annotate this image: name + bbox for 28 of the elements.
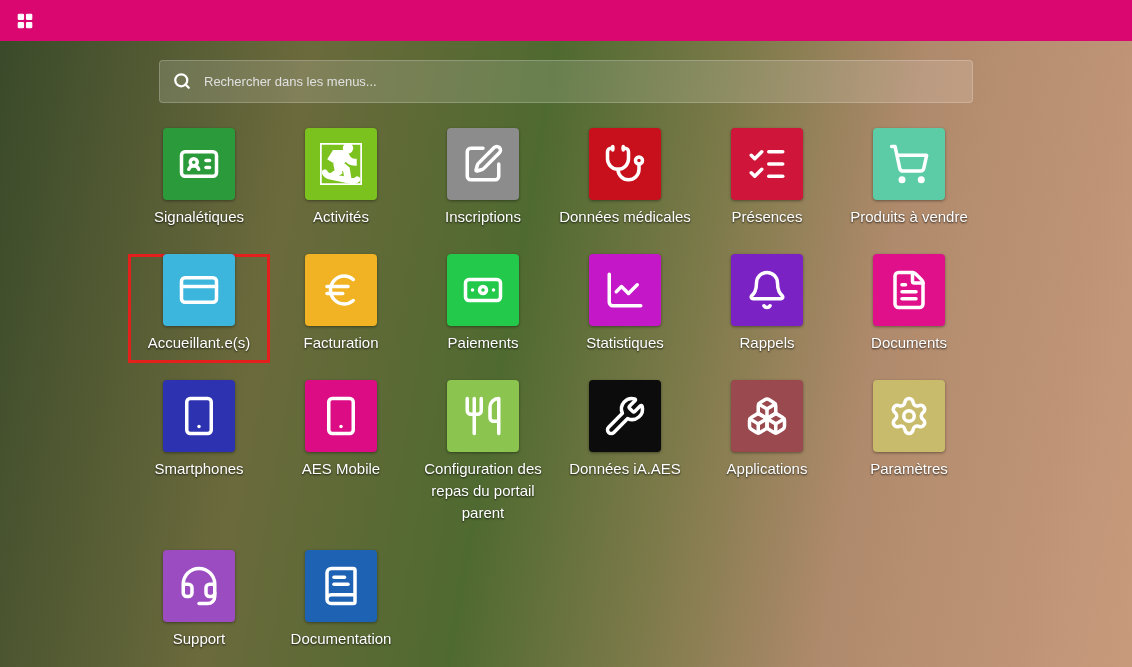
apps-menu-icon[interactable] <box>16 11 34 30</box>
app-launcher[interactable]: Signalétiques <box>128 128 270 237</box>
app-launcher[interactable]: Statistiques <box>554 254 696 363</box>
snowboarder-icon <box>320 143 362 185</box>
app-launcher[interactable]: Inscriptions <box>412 128 554 237</box>
app-launcher[interactable]: Documentation <box>270 550 412 659</box>
app-launcher[interactable]: Rappels <box>696 254 838 363</box>
app-launcher[interactable]: Produits à vendre <box>838 128 980 237</box>
app-launcher[interactable]: AES Mobile <box>270 380 412 489</box>
app-launcher[interactable]: Paramètres <box>838 380 980 489</box>
app-launcher[interactable]: Activités <box>270 128 412 237</box>
app-launcher[interactable]: Accueillant.e(s) <box>128 254 270 363</box>
app-launcher[interactable]: Documents <box>838 254 980 363</box>
search-icon <box>173 72 191 90</box>
app-launcher[interactable]: Support <box>128 550 270 659</box>
app-launcher[interactable]: Facturation <box>270 254 412 363</box>
app-launcher[interactable]: Applications <box>696 380 838 489</box>
app-launcher[interactable]: Présences <box>696 128 838 237</box>
app-launcher[interactable]: Smartphones <box>128 380 270 489</box>
app-launcher[interactable]: Paiements <box>412 254 554 363</box>
app-launcher[interactable]: Configuration des repas du portail parent <box>412 380 554 533</box>
app-launcher[interactable]: Données médicales <box>554 128 696 237</box>
cutlery-icon <box>462 395 504 437</box>
app-launcher[interactable]: Données iA.AES <box>554 380 696 489</box>
wrench-icon <box>604 395 646 437</box>
cart-icon <box>888 143 930 185</box>
cubes-icon <box>746 395 788 437</box>
stethoscope-icon <box>604 143 646 185</box>
